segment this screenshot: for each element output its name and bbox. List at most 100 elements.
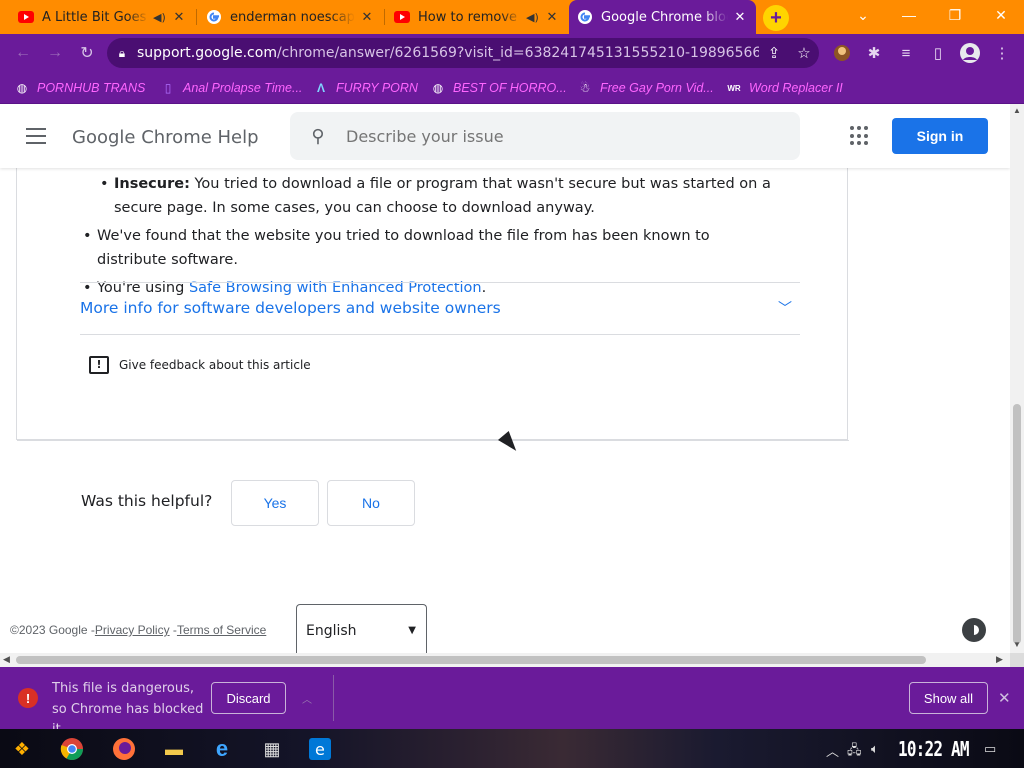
calculator-icon[interactable]: ▦	[258, 735, 286, 763]
feedback-link[interactable]: ! Give feedback about this article	[89, 356, 311, 374]
start-button-icon[interactable]: ❖	[8, 735, 36, 763]
download-shelf: ! This file is dangerous, so Chrome has …	[0, 667, 1024, 737]
search-input[interactable]	[346, 126, 766, 146]
bookmarks-bar: ◍ PORNHUB TRANS ▯ Anal Prolapse Time... ΛF…	[0, 72, 1024, 104]
speaker-icon[interactable]: ◀)	[526, 11, 540, 24]
list-item-insecure: • Insecure: You tried to download a file…	[100, 176, 771, 216]
yes-button[interactable]: Yes	[231, 480, 319, 526]
tab-4-active[interactable]: Google Chrome blocks ✕	[569, 0, 756, 34]
profile-icon[interactable]	[959, 42, 981, 64]
chrome-icon[interactable]	[58, 735, 86, 763]
reading-list-icon[interactable]: ≡	[895, 42, 917, 64]
close-tab-icon[interactable]: ✕	[359, 10, 375, 25]
tab-search-icon[interactable]: ⌄	[840, 0, 886, 30]
bookmark-icon: ▯	[164, 81, 172, 95]
tab-title: Google Chrome blocks	[601, 9, 728, 25]
wr-icon: WR	[727, 83, 741, 93]
discard-button[interactable]: Discard	[211, 682, 286, 714]
lock-icon[interactable]: 🔒︎	[107, 46, 137, 61]
network-icon[interactable]: 🖧︎	[847, 741, 862, 763]
minimize-button[interactable]: —	[886, 0, 932, 30]
vertical-scrollbar[interactable]: ▲ ▼	[1010, 104, 1024, 653]
google-apps-icon[interactable]	[850, 126, 870, 146]
tray-chevron-icon[interactable]: ︿	[826, 741, 839, 760]
close-tab-icon[interactable]: ✕	[171, 10, 187, 25]
forward-icon[interactable]: →	[44, 42, 66, 64]
chevron-down-icon[interactable]: ﹀	[778, 298, 792, 318]
internet-explorer-icon[interactable]: e	[208, 735, 236, 763]
page-footer: ©2023 Google -Privacy Policy -Terms of S…	[10, 623, 267, 637]
menu-dots-icon[interactable]: ⋮	[991, 42, 1013, 64]
page-viewport: Google Chrome Help ⚲ Sign in • Insecure:…	[0, 104, 1010, 653]
horizontal-scroll-thumb[interactable]	[16, 656, 926, 664]
vertical-scroll-thumb[interactable]	[1013, 404, 1021, 644]
tab-3[interactable]: How to remove N ◀) ✕	[386, 0, 568, 34]
youtube-icon	[394, 9, 410, 25]
file-explorer-icon[interactable]: ▬	[160, 735, 188, 763]
tab-1[interactable]: A Little Bit Goes ◀) ✕	[10, 0, 195, 34]
address-bar[interactable]: 🔒︎ support.google.com/chrome/answer/6261…	[107, 38, 819, 68]
no-button[interactable]: No	[327, 480, 415, 526]
close-icon[interactable]: ✕	[998, 689, 1011, 707]
taskbar-clock[interactable]: 10:22 AM	[898, 737, 969, 761]
speaker-icon[interactable]: ◀)	[153, 11, 167, 24]
bookmark-item[interactable]: ☃ Free Gay Porn Vid...	[577, 78, 714, 98]
notifications-icon[interactable]: ▭	[984, 741, 996, 757]
share-icon[interactable]: ⇪	[759, 44, 789, 62]
restore-button[interactable]: ❐	[932, 0, 978, 30]
show-all-button[interactable]: Show all	[909, 682, 988, 714]
scroll-down-icon[interactable]: ▼	[1013, 640, 1021, 649]
terms-of-service-link[interactable]: Terms of Service	[177, 623, 266, 637]
close-tab-icon[interactable]: ✕	[732, 10, 748, 25]
screen: A Little Bit Goes ◀) ✕ enderman noescape…	[0, 0, 1024, 768]
close-tab-icon[interactable]: ✕	[544, 10, 560, 25]
helpful-section: Was this helpful? Yes No	[17, 440, 849, 563]
feedback-icon: !	[89, 356, 109, 374]
bookmark-item[interactable]: Λ FURRY PORN	[313, 78, 418, 98]
list-item-malware: • We've found that the website you tried…	[83, 228, 710, 268]
horizontal-scrollbar[interactable]: ◀ ▶	[0, 653, 1010, 667]
bookmark-item[interactable]: WR Word Replacer II	[726, 78, 842, 98]
globe-icon: ◍	[432, 81, 444, 95]
url-text[interactable]: support.google.com/chrome/answer/6261569…	[137, 45, 759, 61]
language-select[interactable]: English ▼	[296, 604, 427, 653]
tab-title: A Little Bit Goes	[42, 9, 147, 25]
robot-icon: ☃	[579, 81, 591, 95]
new-tab-button[interactable]: +	[763, 5, 789, 31]
bookmark-item[interactable]: ▯ Anal Prolapse Time...	[160, 78, 303, 98]
dark-mode-toggle-icon[interactable]	[962, 618, 986, 642]
search-icon[interactable]: ⚲	[290, 126, 346, 147]
privacy-policy-link[interactable]: Privacy Policy	[95, 623, 170, 637]
tab-strip: A Little Bit Goes ◀) ✕ enderman noescape…	[0, 0, 1024, 34]
back-icon[interactable]: ←	[12, 42, 34, 64]
volume-icon[interactable]: 🔈︎	[871, 741, 879, 757]
svg-text:e: e	[315, 740, 325, 759]
bookmark-item[interactable]: ◍ PORNHUB TRANS	[14, 78, 146, 98]
bookmark-item[interactable]: ◍ BEST OF HORRO...	[430, 78, 567, 98]
tab-2[interactable]: enderman noescape - ✕	[198, 0, 383, 34]
reload-icon[interactable]: ↻	[76, 42, 98, 64]
scrollbar-corner	[1010, 653, 1024, 667]
edge-icon[interactable]: e	[306, 735, 334, 763]
chevron-up-icon[interactable]: ︿	[302, 691, 312, 706]
search-box[interactable]: ⚲	[290, 112, 800, 160]
firefox-icon[interactable]	[110, 735, 138, 763]
extensions-puzzle-icon[interactable]: ✱	[863, 42, 885, 64]
more-info-label[interactable]: More info for software developers and we…	[80, 299, 501, 317]
youtube-icon	[18, 9, 34, 25]
side-panel-icon[interactable]: ▯	[927, 42, 949, 64]
divider	[333, 675, 334, 721]
sign-in-button[interactable]: Sign in	[892, 118, 988, 154]
browser-toolbar: ← → ↻ 🔒︎ support.google.com/chrome/answe…	[0, 34, 1024, 72]
scroll-right-icon[interactable]: ▶	[996, 654, 1003, 665]
bookmark-star-icon[interactable]: ☆	[789, 44, 819, 62]
help-header: Google Chrome Help ⚲ Sign in	[0, 104, 1010, 168]
tab-title: enderman noescape -	[230, 9, 355, 25]
close-window-button[interactable]: ✕	[978, 0, 1024, 30]
help-center-title[interactable]: Google Chrome Help	[72, 127, 259, 148]
hamburger-menu-icon[interactable]	[26, 128, 46, 144]
more-info-expander[interactable]: More info for software developers and we…	[80, 282, 800, 335]
scroll-up-icon[interactable]: ▲	[1013, 106, 1021, 115]
scroll-left-icon[interactable]: ◀	[3, 654, 10, 665]
extension-avatar-icon[interactable]	[831, 42, 853, 64]
